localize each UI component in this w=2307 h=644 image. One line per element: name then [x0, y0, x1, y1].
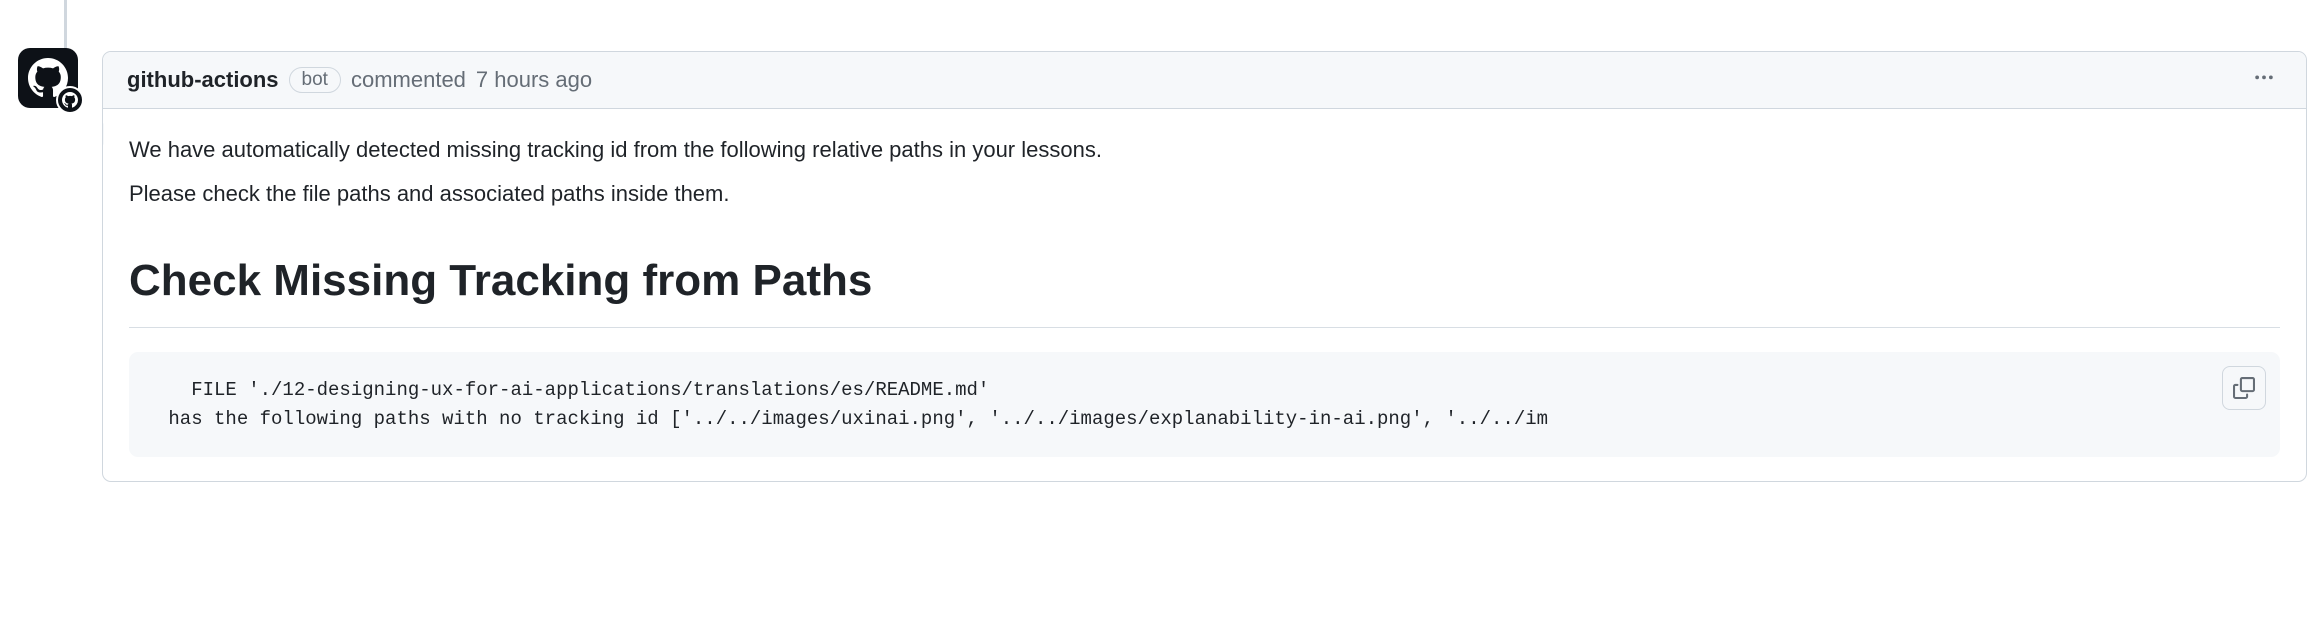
action-text: commented [351, 67, 466, 93]
bot-sub-avatar [56, 86, 84, 114]
author-link[interactable]: github-actions [127, 67, 279, 93]
bot-badge: bot [289, 67, 341, 93]
intro-line-2: Please check the file paths and associat… [129, 177, 2280, 211]
code-block-wrapper: FILE './12-designing-ux-for-ai-applicati… [129, 352, 2280, 457]
comment-header: github-actions bot commented 7 hours ago [103, 52, 2306, 109]
code-block: FILE './12-designing-ux-for-ai-applicati… [129, 352, 2280, 457]
comment-menu-button[interactable] [2246, 64, 2282, 96]
section-heading: Check Missing Tracking from Paths [129, 247, 2280, 328]
comment-container: github-actions bot commented 7 hours ago… [102, 51, 2307, 482]
copy-button[interactable] [2222, 366, 2266, 410]
intro-line-1: We have automatically detected missing t… [129, 133, 2280, 167]
timeline-connector [64, 0, 67, 52]
copy-icon [2233, 377, 2255, 399]
comment-body: We have automatically detected missing t… [103, 109, 2306, 481]
github-icon [62, 92, 78, 108]
kebab-icon [2254, 68, 2274, 88]
author-avatar[interactable] [18, 48, 78, 108]
timestamp-link[interactable]: 7 hours ago [476, 67, 592, 93]
comment-caret [102, 122, 103, 146]
